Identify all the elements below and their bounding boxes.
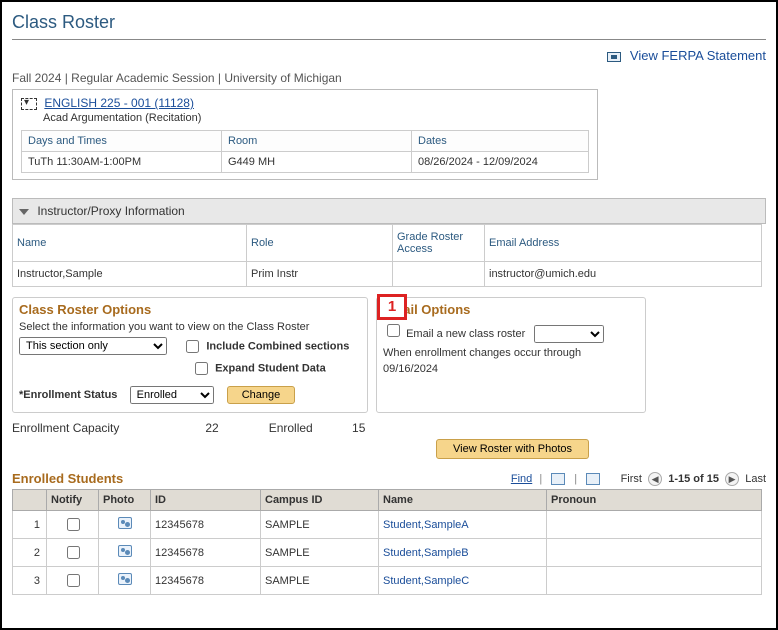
page-title: Class Roster xyxy=(12,12,766,33)
enrolled-students-title: Enrolled Students xyxy=(12,471,123,486)
course-box: ENGLISH 225 - 001 (11128) Acad Argumenta… xyxy=(12,89,598,180)
instructor-table: Name Role Grade Roster Access Email Addr… xyxy=(12,224,762,287)
include-combined-label: Include Combined sections xyxy=(206,340,349,352)
download-icon[interactable] xyxy=(551,473,565,485)
collapse-icon xyxy=(19,209,29,215)
email-note-1: When enrollment changes occur through xyxy=(383,347,639,359)
photo-icon[interactable] xyxy=(118,517,132,529)
cell-campus: SAMPLE xyxy=(261,511,379,539)
student-name-link[interactable]: Student,SampleB xyxy=(383,547,469,559)
enrolled-value: 15 xyxy=(352,421,365,435)
divider xyxy=(12,39,766,40)
col-dates: Dates xyxy=(412,131,589,152)
email-roster-label: Email a new class roster xyxy=(406,328,525,340)
instructor-panel-header[interactable]: Instructor/Proxy Information xyxy=(12,198,766,224)
col-pronoun: Pronoun xyxy=(547,490,762,511)
include-combined-checkbox[interactable] xyxy=(186,340,199,353)
table-row: 3 12345678SAMPLE Student,SampleC xyxy=(13,567,762,595)
expand-student-checkbox[interactable] xyxy=(195,362,208,375)
grid-toolbar: Find | | First ◀ 1-15 of 15 ▶ Last xyxy=(511,472,766,486)
cell-pronoun xyxy=(547,539,762,567)
email-roster-checkbox[interactable] xyxy=(387,324,400,337)
course-flag-icon[interactable] xyxy=(21,98,37,110)
cell-id: 12345678 xyxy=(151,567,261,595)
row-number: 3 xyxy=(13,567,47,595)
last-label: Last xyxy=(745,473,766,485)
table-row: 2 12345678SAMPLE Student,SampleB xyxy=(13,539,762,567)
cell-instr-email: instructor@umich.edu xyxy=(485,262,762,287)
range-label: 1-15 of 15 xyxy=(668,473,719,485)
meeting-table: Days and Times Room Dates TuTh 11:30AM-1… xyxy=(21,130,589,173)
enrollment-status-label: *Enrollment Status xyxy=(19,389,117,401)
cell-room: G449 MH xyxy=(222,152,412,173)
enrollment-capacity-row: Enrollment Capacity 22 Enrolled 15 xyxy=(12,421,766,435)
cell-days: TuTh 11:30AM-1:00PM xyxy=(22,152,222,173)
cell-id: 12345678 xyxy=(151,539,261,567)
student-name-link[interactable]: Student,SampleA xyxy=(383,519,469,531)
section-select[interactable]: This section only xyxy=(19,337,167,355)
table-row: 1 12345678SAMPLE Student,SampleA xyxy=(13,511,762,539)
student-name-link[interactable]: Student,SampleC xyxy=(383,575,469,587)
email-freq-select[interactable] xyxy=(534,325,604,343)
capacity-label: Enrollment Capacity xyxy=(12,421,202,435)
col-photo: Photo xyxy=(99,490,151,511)
col-blank xyxy=(13,490,47,511)
row-number: 1 xyxy=(13,511,47,539)
cell-pronoun xyxy=(547,511,762,539)
callout-marker: 1 xyxy=(377,294,407,320)
zoom-icon[interactable] xyxy=(586,473,600,485)
roster-options-title: Class Roster Options xyxy=(19,302,361,317)
cell-pronoun xyxy=(547,567,762,595)
notify-checkbox[interactable] xyxy=(67,574,80,587)
email-note-2: 09/16/2024 xyxy=(383,363,639,375)
cell-dates: 08/26/2024 - 12/09/2024 xyxy=(412,152,589,173)
cell-instr-name: Instructor,Sample xyxy=(13,262,247,287)
col-instr-role: Role xyxy=(247,225,393,262)
email-options-title: Email Options xyxy=(383,302,639,317)
photo-icon[interactable] xyxy=(118,545,132,557)
breadcrumb: Fall 2024 | Regular Academic Session | U… xyxy=(12,71,766,85)
view-ferpa-link[interactable]: View FERPA Statement xyxy=(630,48,766,63)
row-number: 2 xyxy=(13,539,47,567)
col-campus: Campus ID xyxy=(261,490,379,511)
enrollment-status-select[interactable]: Enrolled xyxy=(130,386,214,404)
roster-options-panel: 1 Class Roster Options Select the inform… xyxy=(12,297,368,413)
col-instr-name: Name xyxy=(13,225,247,262)
col-name: Name xyxy=(379,490,547,511)
email-options-panel: Email Options Email a new class roster W… xyxy=(376,297,646,413)
roster-options-desc: Select the information you want to view … xyxy=(19,321,361,333)
cell-campus: SAMPLE xyxy=(261,567,379,595)
cell-campus: SAMPLE xyxy=(261,539,379,567)
course-subtitle: Acad Argumentation (Recitation) xyxy=(43,112,589,124)
students-table: Notify Photo ID Campus ID Name Pronoun 1… xyxy=(12,489,762,595)
photo-icon[interactable] xyxy=(118,573,132,585)
expand-student-label: Expand Student Data xyxy=(215,362,326,374)
col-instr-gr: Grade Roster Access xyxy=(393,225,485,262)
cell-id: 12345678 xyxy=(151,511,261,539)
notify-checkbox[interactable] xyxy=(67,518,80,531)
find-link[interactable]: Find xyxy=(511,473,532,485)
col-instr-email: Email Address xyxy=(485,225,762,262)
first-label: First xyxy=(621,473,642,485)
col-id: ID xyxy=(151,490,261,511)
prev-icon[interactable]: ◀ xyxy=(648,472,662,486)
cell-instr-gr xyxy=(393,262,485,287)
instructor-panel-title: Instructor/Proxy Information xyxy=(37,204,184,218)
col-room: Room xyxy=(222,131,412,152)
next-icon[interactable]: ▶ xyxy=(725,472,739,486)
notify-checkbox[interactable] xyxy=(67,546,80,559)
cell-instr-role: Prim Instr xyxy=(247,262,393,287)
col-notify: Notify xyxy=(47,490,99,511)
enrolled-label: Enrolled xyxy=(269,421,349,435)
col-days: Days and Times xyxy=(22,131,222,152)
view-roster-photos-button[interactable]: View Roster with Photos xyxy=(436,439,589,459)
capacity-value: 22 xyxy=(205,421,265,435)
projector-icon xyxy=(607,52,621,62)
change-button[interactable]: Change xyxy=(227,386,296,404)
course-link[interactable]: ENGLISH 225 - 001 (11128) xyxy=(44,96,194,110)
